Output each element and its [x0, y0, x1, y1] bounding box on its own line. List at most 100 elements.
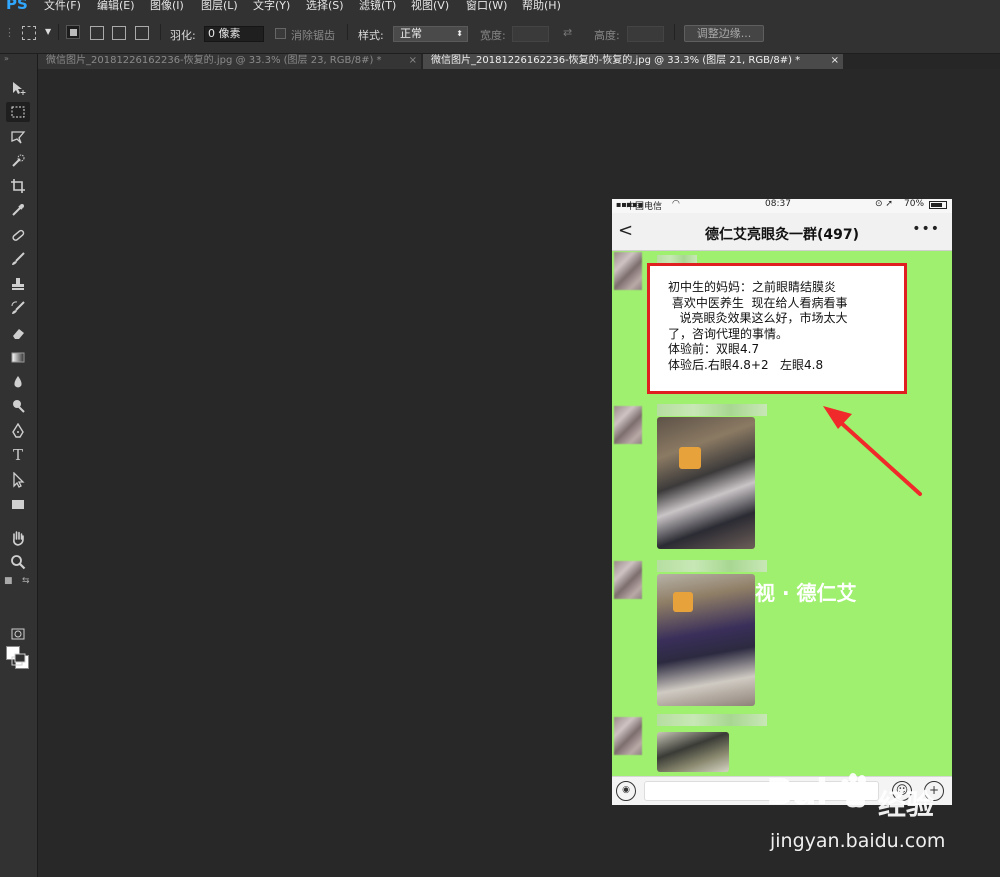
message-line: 初中生的妈妈：之前眼睛结膜炎 — [668, 280, 837, 294]
intersect-selection-icon[interactable] — [135, 26, 149, 40]
eraser-tool-icon[interactable] — [6, 323, 30, 343]
menu-select[interactable]: 选择(S) — [306, 0, 344, 12]
menu-bar: PS 文件(F) 编辑(E) 图像(I) 图层(L) 文字(Y) 选择(S) 滤… — [0, 0, 1000, 12]
zoom-tool-icon[interactable] — [6, 552, 30, 572]
video-overlay-text: 视 · 德仁艾 — [755, 581, 857, 605]
quick-mask-icon[interactable] — [6, 624, 30, 644]
menu-image[interactable]: 图像(I) — [150, 0, 184, 12]
clone-stamp-tool-icon[interactable] — [6, 274, 30, 294]
menu-help[interactable]: 帮助(H) — [522, 0, 561, 12]
menu-edit[interactable]: 编辑(E) — [97, 0, 135, 12]
close-icon[interactable]: × — [831, 54, 839, 68]
tab-document-1[interactable]: 微信图片_20181226162236-恢复的.jpg @ 33.3% (图层 … — [38, 54, 421, 69]
chat-header: < 德仁艾亮眼灸一群(497) ••• — [612, 213, 952, 251]
menu-window[interactable]: 窗口(W) — [466, 0, 507, 12]
baidu-logo-text: Bai — [766, 772, 828, 813]
battery-icon — [929, 201, 947, 209]
separator — [347, 24, 348, 40]
voice-icon[interactable]: ◉ — [616, 781, 636, 801]
highlighted-message-bubble: 初中生的妈妈：之前眼睛结膜炎 喜欢中医养生 现在给人看病看事 说亮眼灸效果这么好… — [647, 263, 907, 394]
face-mask — [673, 592, 693, 612]
photo-message — [657, 417, 755, 549]
sender-name-blurred — [657, 560, 767, 572]
path-select-tool-icon[interactable] — [6, 470, 30, 490]
tab-document-2[interactable]: 微信图片_20181226162236-恢复的-恢复的.jpg @ 33.3% … — [423, 54, 843, 69]
avatar — [614, 252, 642, 290]
separator — [58, 24, 59, 40]
lasso-tool-icon[interactable] — [6, 127, 30, 147]
swap-dimensions-icon[interactable]: ⇄ — [563, 26, 572, 39]
menu-file[interactable]: 文件(F) — [44, 0, 81, 12]
phone-status-bar: ▪▪▪▪▪ 中国电信 ◠ 08:37 ⊙ ➚ 70% — [612, 199, 952, 213]
avatar — [614, 717, 642, 755]
photoshop-window: PS 文件(F) 编辑(E) 图像(I) 图层(L) 文字(Y) 选择(S) 滤… — [0, 0, 1000, 877]
avatar — [614, 561, 642, 599]
tool-preset-marquee-icon[interactable] — [22, 26, 36, 40]
clock: 08:37 — [765, 199, 791, 209]
new-selection-icon[interactable] — [66, 25, 80, 39]
height-label: 高度: — [594, 29, 620, 42]
tools-panel: » T ■ ⇆ — [0, 54, 38, 877]
width-label: 宽度: — [480, 29, 506, 42]
tool-preset-dropdown-icon[interactable]: ▼ — [45, 27, 51, 36]
menu-type[interactable]: 文字(Y) — [253, 0, 290, 12]
menu-filter[interactable]: 滤镜(T) — [359, 0, 396, 12]
wifi-icon: ◠ — [672, 199, 680, 209]
close-icon[interactable]: × — [409, 54, 417, 68]
pen-tool-icon[interactable] — [6, 421, 30, 441]
document-tab-bar: 微信图片_20181226162236-恢复的.jpg @ 33.3% (图层 … — [38, 54, 1000, 69]
quick-select-tool-icon[interactable] — [6, 151, 30, 171]
style-select-value: 正常 — [400, 27, 422, 40]
sender-name-blurred — [657, 714, 767, 726]
blur-tool-icon[interactable] — [6, 372, 30, 392]
add-to-selection-icon[interactable] — [90, 26, 104, 40]
width-input[interactable] — [512, 26, 549, 42]
move-tool-icon[interactable] — [6, 78, 30, 98]
screen-mode-icon[interactable] — [6, 650, 30, 670]
battery-label: 70% — [904, 199, 925, 209]
gradient-tool-icon[interactable] — [6, 347, 30, 367]
select-arrows-icon: ⬍ — [456, 29, 463, 38]
baidu-paw-icon — [841, 773, 871, 808]
style-label: 样式: — [358, 29, 384, 42]
message-line: 说亮眼灸效果这么好，市场太大 — [668, 311, 848, 325]
chat-title: 德仁艾亮眼灸一群(497) — [704, 227, 860, 243]
default-colors-icon[interactable]: ■ — [4, 576, 13, 586]
phone-screenshot: ▪▪▪▪▪ 中国电信 ◠ 08:37 ⊙ ➚ 70% < 德仁艾亮眼灸一群(49… — [612, 199, 952, 805]
history-brush-tool-icon[interactable] — [6, 298, 30, 318]
tab-label: 微信图片_20181226162236-恢复的.jpg @ 33.3% (图层 … — [46, 55, 382, 66]
healing-brush-tool-icon[interactable] — [6, 225, 30, 245]
marquee-tool-icon[interactable] — [6, 102, 30, 122]
dodge-tool-icon[interactable] — [6, 396, 30, 416]
hand-tool-icon[interactable] — [6, 528, 30, 548]
avatar — [614, 406, 642, 444]
face-mask — [679, 447, 701, 469]
brush-tool-icon[interactable] — [6, 249, 30, 269]
antialias-checkbox[interactable] — [275, 28, 286, 39]
style-select[interactable]: 正常 ⬍ — [393, 26, 468, 42]
message-line: 体验后.右眼4.8+2 左眼4.8 — [668, 357, 824, 372]
swap-colors-icon[interactable]: ⇆ — [22, 576, 30, 586]
panel-collapse-icon[interactable]: » — [4, 54, 9, 63]
rectangle-tool-icon[interactable] — [6, 494, 30, 514]
eyedropper-tool-icon[interactable] — [6, 200, 30, 220]
options-grip-icon: ⋮ — [4, 26, 15, 39]
antialias-label: 消除锯齿 — [291, 29, 335, 42]
menu-view[interactable]: 视图(V) — [411, 0, 449, 12]
separator — [160, 24, 161, 40]
feather-input[interactable]: 0 像素 — [204, 26, 264, 42]
message-line: 喜欢中医养生 现在给人看病看事 — [668, 295, 848, 310]
carrier-label: 中国电信 — [626, 202, 663, 212]
message-line: 了，咨询代理的事情。 — [668, 326, 789, 341]
refine-edge-button[interactable]: 调整边缘... — [684, 25, 764, 42]
baidu-url: jingyan.baidu.com — [770, 830, 946, 852]
baidu-jingyan-text: 经验 — [878, 788, 935, 821]
options-bar: ⋮ ▼ 羽化: 0 像素 消除锯齿 样式: 正常 ⬍ 宽度: ⇄ 高度: 调整边缘… — [0, 12, 1000, 54]
type-tool-icon[interactable]: T — [6, 445, 30, 465]
crop-tool-icon[interactable] — [6, 176, 30, 196]
feather-label: 羽化: — [170, 29, 196, 42]
height-input[interactable] — [627, 26, 664, 42]
menu-layer[interactable]: 图层(L) — [201, 0, 238, 12]
more-icon[interactable]: ••• — [912, 221, 940, 237]
subtract-from-selection-icon[interactable] — [112, 26, 126, 40]
